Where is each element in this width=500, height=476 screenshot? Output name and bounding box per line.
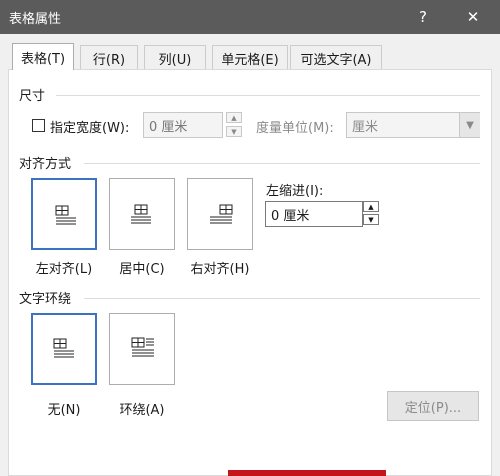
unit-label: 度量单位(M): <box>256 121 334 136</box>
unit-select-value: 厘米 <box>352 119 379 135</box>
tab-cell[interactable]: 单元格(E) <box>212 45 288 70</box>
wrapping-section-title: 文字环绕 <box>19 292 72 307</box>
window-title: 表格属性 <box>9 12 62 27</box>
specify-width-label: 指定宽度(W): <box>50 121 130 136</box>
alignment-section-title: 对齐方式 <box>19 157 72 172</box>
indent-up-button[interactable]: ▲ <box>363 201 379 212</box>
align-left-icon <box>55 205 76 225</box>
tab-alt-text[interactable]: 可选文字(A) <box>290 45 382 70</box>
tab-column[interactable]: 列(U) <box>144 45 206 70</box>
wrap-none-icon <box>53 338 74 358</box>
align-left-option[interactable] <box>31 178 97 250</box>
wrap-around-icon <box>131 337 154 357</box>
divider <box>84 163 480 164</box>
divider <box>84 298 480 299</box>
bottom-accent-bar <box>228 470 386 476</box>
size-section-title: 尺寸 <box>19 89 46 104</box>
left-indent-input[interactable]: 0 厘米 <box>265 201 363 227</box>
width-input[interactable]: 0 厘米 <box>143 112 223 138</box>
align-right-icon <box>210 204 233 224</box>
specify-width-checkbox[interactable] <box>32 119 45 132</box>
tab-table[interactable]: 表格(T) <box>12 43 74 70</box>
indent-down-button[interactable]: ▼ <box>363 214 379 225</box>
align-center-option[interactable] <box>109 178 175 250</box>
wrap-none-option[interactable] <box>31 313 97 385</box>
position-button[interactable]: 定位(P)... <box>387 391 479 421</box>
wrap-none-label: 无(N) <box>47 403 81 418</box>
align-left-label: 左对齐(L) <box>35 262 93 277</box>
divider <box>56 95 480 96</box>
align-right-label: 右对齐(H) <box>190 262 250 277</box>
align-center-icon <box>131 204 151 224</box>
tab-row[interactable]: 行(R) <box>80 45 138 70</box>
help-button[interactable]: ? <box>400 0 446 34</box>
width-down-button[interactable]: ▼ <box>226 126 242 137</box>
close-button[interactable]: ✕ <box>450 0 496 34</box>
width-up-button[interactable]: ▲ <box>226 112 242 123</box>
wrap-around-label: 环绕(A) <box>119 403 165 418</box>
left-indent-label: 左缩进(I): <box>266 184 324 199</box>
wrap-around-option[interactable] <box>109 313 175 385</box>
chevron-down-icon[interactable]: ▼ <box>459 113 480 137</box>
align-right-option[interactable] <box>187 178 253 250</box>
align-center-label: 居中(C) <box>119 262 165 277</box>
